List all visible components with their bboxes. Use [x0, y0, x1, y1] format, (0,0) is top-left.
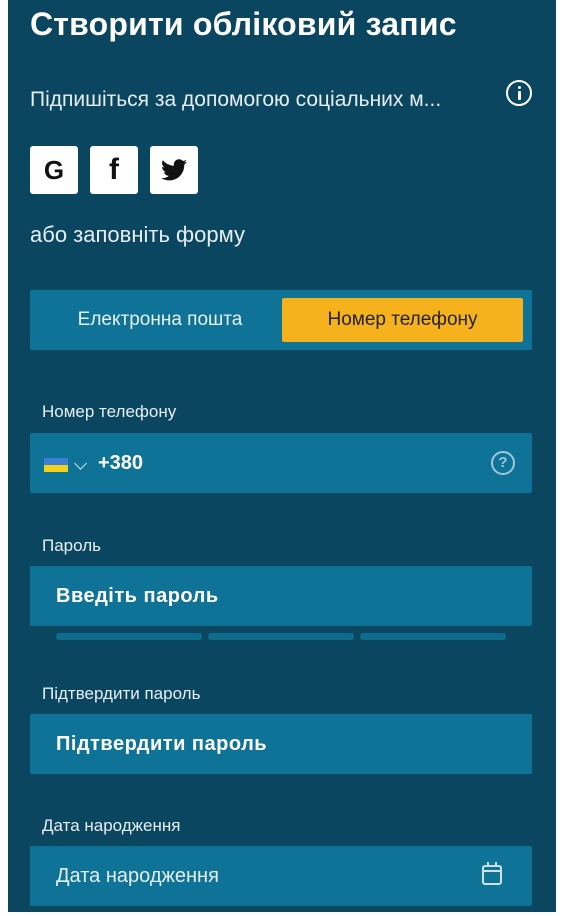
signup-panel: Створити обліковий запис Підпишіться за … [8, 0, 556, 912]
facebook-icon: f [109, 153, 119, 186]
ukraine-flag-icon[interactable] [44, 458, 68, 472]
google-icon: G [43, 154, 65, 185]
page-title: Створити обліковий запис [30, 6, 457, 42]
google-signup-button[interactable]: G [30, 146, 78, 194]
chevron-down-icon[interactable] [74, 457, 87, 470]
facebook-signup-button[interactable]: f [90, 146, 138, 194]
help-icon[interactable]: ? [491, 451, 515, 475]
phone-field[interactable]: +380 ? [30, 433, 532, 493]
info-icon[interactable] [506, 80, 532, 106]
tab-email[interactable]: Електронна пошта [38, 298, 282, 342]
phone-prefix: +380 [98, 452, 144, 474]
twitter-signup-button[interactable] [150, 146, 198, 194]
or-fill-form-text: або заповніть форму [30, 222, 245, 247]
password-strength-bar-1 [56, 633, 202, 640]
password-strength-bar-3 [360, 633, 506, 640]
signup-method-tabs: Електронна пошта Номер телефону [30, 290, 532, 350]
phone-label: Номер телефону [42, 402, 177, 421]
birthdate-field[interactable]: Дата народження [30, 846, 532, 906]
confirm-password-placeholder: Підтвердити пароль [56, 733, 268, 755]
social-signup-text: Підпишіться за допомогою соціальних м... [30, 88, 442, 111]
twitter-icon [161, 159, 187, 181]
password-label: Пароль [42, 536, 101, 555]
password-placeholder: Введіть пароль [56, 585, 219, 607]
birthdate-placeholder: Дата народження [56, 865, 219, 887]
confirm-password-label: Підтвердити пароль [42, 684, 201, 703]
birthdate-label: Дата народження [42, 816, 181, 835]
confirm-password-field[interactable]: Підтвердити пароль [30, 714, 532, 774]
password-strength-bar-2 [208, 633, 354, 640]
calendar-icon[interactable] [482, 862, 502, 885]
tab-phone[interactable]: Номер телефону [282, 298, 523, 342]
password-field[interactable]: Введіть пароль [30, 566, 532, 626]
